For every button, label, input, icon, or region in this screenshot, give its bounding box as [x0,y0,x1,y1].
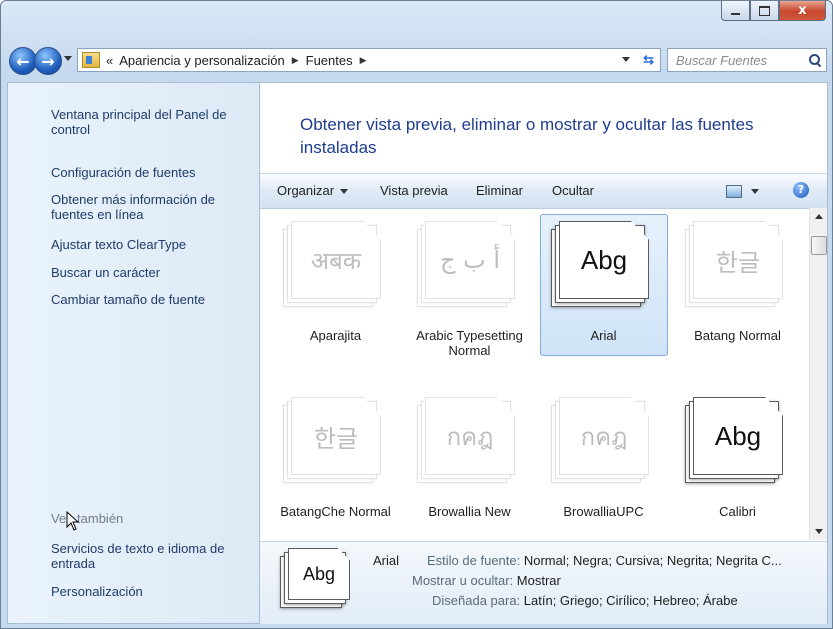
maximize-icon [759,5,770,16]
link-cleartype[interactable]: Ajustar texto ClearType [51,237,256,252]
font-grid: अबक Aparajita أ ب ج Arabic Typesetting Norm… [260,208,809,540]
overflow-chevrons[interactable]: « [106,53,113,68]
view-options-dropdown-icon[interactable] [751,189,759,194]
font-sample: 한글 [313,424,359,453]
hide-button[interactable]: Ocultar [552,183,594,198]
title-bar: x [1,1,832,35]
address-bar[interactable]: « Apariencia y personalización ▶ Fuentes… [77,48,661,72]
refresh-icon[interactable]: ⇆ [643,52,654,68]
search-icon[interactable] [808,53,822,67]
window-controls: x [721,1,826,21]
font-thumbnail: अबक [283,221,388,316]
font-thumbnail: 한글 [685,221,790,316]
font-name: Browallia New [428,504,511,519]
details-designed-label: Diseñada para: [432,593,521,608]
font-thumbnail: Abg [551,221,656,316]
link-font-size[interactable]: Cambiar tamaño de fuente [51,292,256,307]
back-arrow-icon: ← [16,51,30,71]
details-show-label: Mostrar u ocultar: [412,573,514,588]
details-pane: Abg Arial Estilo de fuente: Normal; Negr… [260,541,827,624]
help-icon[interactable]: ? [793,182,809,198]
delete-button[interactable]: Eliminar [476,183,523,198]
font-name: Batang Normal [694,328,781,343]
font-name: Calibri [719,504,756,519]
font-thumbnail: أ ب ج [417,221,522,316]
address-dropdown-icon[interactable] [622,57,630,62]
font-sample: กคฎ [446,422,494,451]
font-name: Arabic Typesetting Normal [416,328,523,358]
organize-dropdown-icon [340,189,349,195]
link-personalization[interactable]: Personalización [51,584,256,599]
forward-arrow-icon: → [41,51,55,71]
page-heading: Obtener vista previa, eliminar o mostrar… [300,115,754,157]
close-button[interactable]: x [779,1,826,21]
see-also-header: Vea también [51,511,124,526]
details-style-value: Normal; Negra; Cursiva; Negrita; Negrita… [523,553,782,568]
font-name: BrowalliaUPC [563,504,644,519]
organize-label: Organizar [277,183,335,198]
scroll-thumb[interactable] [811,236,827,255]
link-panel-home[interactable]: Ventana principal del Panel de control [51,107,256,137]
font-name: Aparajita [309,328,362,343]
scroll-up-arrow-icon[interactable] [815,214,823,219]
font-thumbnail: กคฎ [551,397,656,492]
selected-font-thumbnail: Abg [280,548,360,614]
details-designed-row: Diseñada para: Latín; Griego; Cirílico; … [432,593,738,609]
details-style-label: Estilo de fuente: [427,553,521,568]
details-designed-value: Latín; Griego; Cirílico; Hebreo; Árabe [523,593,738,608]
forward-button[interactable]: → [34,47,62,75]
task-pane: Ventana principal del Panel de control C… [7,82,260,624]
search-placeholder: Buscar Fuentes [676,52,768,68]
font-name: Arial [590,328,617,343]
font-sample: กคฎ [580,422,628,451]
details-show-row: Mostrar u ocultar: Mostrar [412,573,561,589]
font-thumbnail: กคฎ [417,397,522,492]
link-text-services[interactable]: Servicios de texto e idioma de entrada [51,541,256,571]
font-sample: أ ب ج [439,246,500,274]
breadcrumb-arrow-icon[interactable]: ▶ [360,55,367,66]
breadcrumb-fuentes[interactable]: Fuentes [306,53,353,68]
mouse-pointer-icon [66,511,80,531]
minimize-button[interactable] [721,1,750,21]
vertical-scrollbar[interactable] [809,208,827,540]
font-name: BatangChe Normal [280,504,391,519]
breadcrumb-apariencia[interactable]: Apariencia y personalización [119,53,284,68]
content-pane: Obtener vista previa, eliminar o mostrar… [259,82,828,624]
recent-pages-dropdown-icon[interactable] [64,56,72,61]
link-font-settings[interactable]: Configuración de fuentes [51,165,256,180]
scroll-down-arrow-icon[interactable] [815,529,823,534]
link-fonts-online[interactable]: Obtener más información de fuentes en lí… [51,192,256,222]
font-sample: Abg [580,244,628,275]
details-show-value: Mostrar [516,573,561,588]
details-sample: Abg [302,563,336,584]
font-sample: अबक [310,246,362,275]
command-bar: Organizar Vista previa Eliminar Ocultar … [260,173,827,209]
fonts-window: x ← → « Apariencia y personalización ▶ F… [0,0,833,629]
back-button[interactable]: ← [9,47,37,75]
font-sample: Abg [714,420,762,451]
preview-button[interactable]: Vista previa [380,183,448,198]
navigation-bar: ← → « Apariencia y personalización ▶ Fue… [1,41,832,75]
font-thumbnail: Abg [685,397,790,492]
change-view-icon[interactable] [726,185,742,198]
organize-menu[interactable]: Organizar [277,183,349,198]
font-thumbnail: 한글 [283,397,388,492]
close-icon: x [798,3,807,18]
maximize-button[interactable] [750,1,779,21]
search-box[interactable]: Buscar Fuentes [667,48,827,72]
font-sample: 한글 [715,248,761,277]
details-style-row: Estilo de fuente: Normal; Negra; Cursiva… [427,553,782,569]
details-font-name: Arial [373,553,400,568]
link-find-character[interactable]: Buscar un carácter [51,265,256,280]
minimize-icon [731,12,740,15]
control-panel-folder-icon [82,52,100,68]
breadcrumb-arrow-icon[interactable]: ▶ [292,55,299,66]
